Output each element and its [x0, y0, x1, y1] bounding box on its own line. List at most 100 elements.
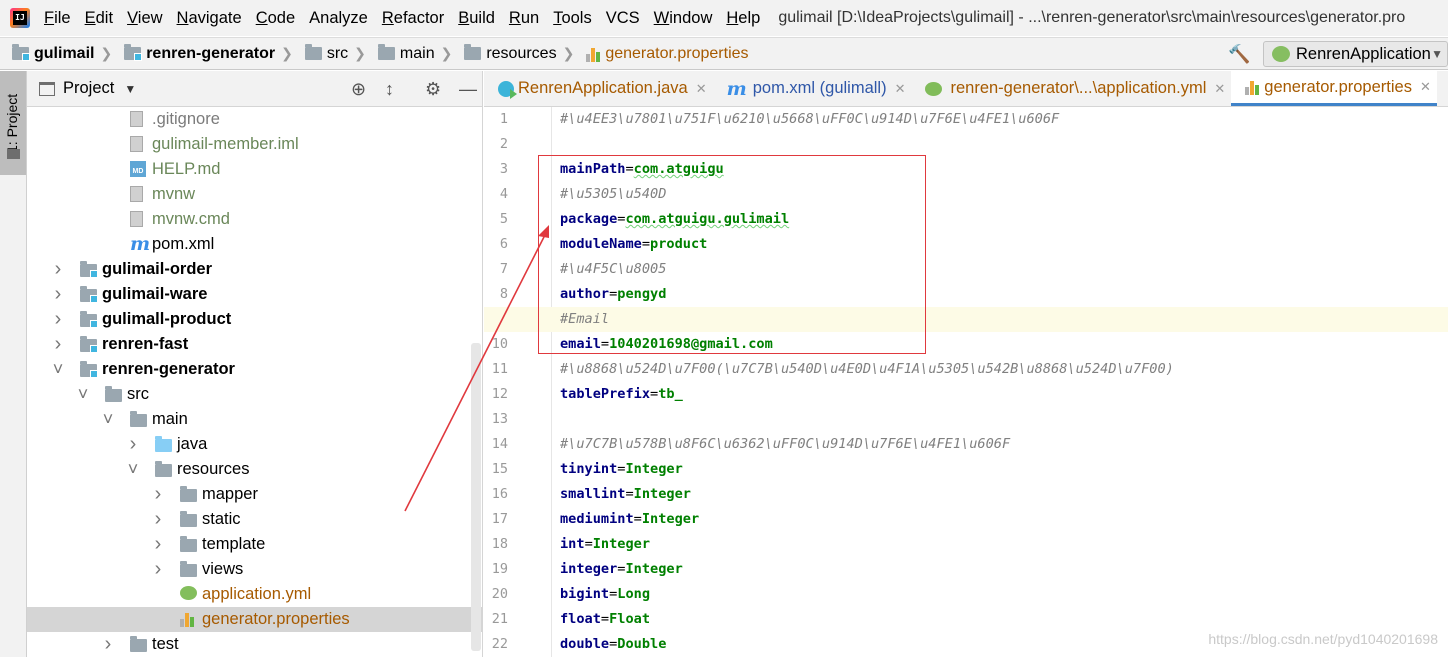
tree-item[interactable]: .gitignore	[27, 107, 482, 132]
tree-item[interactable]: generator.properties	[27, 607, 482, 632]
tree-item[interactable]: › gulimail-order	[27, 257, 482, 282]
source-folder-icon	[155, 436, 172, 452]
chevron-right-icon[interactable]: ›	[52, 283, 64, 306]
editor-tab-label: renren-generator\...\application.yml	[950, 79, 1207, 97]
spring-class-icon	[498, 80, 517, 99]
chevron-down-icon[interactable]: ˅	[127, 459, 139, 480]
breadcrumb-item[interactable]: generator.properties	[586, 45, 749, 63]
chevron-right-icon[interactable]: ›	[152, 558, 164, 581]
editor-tab[interactable]: RenrenApplication.java ✕	[484, 71, 713, 106]
tree-item-label: gulimail-order	[102, 260, 213, 278]
editor-tab[interactable]: m pom.xml (gulimall) ✕	[713, 71, 912, 106]
project-view-selector[interactable]: Project	[63, 79, 114, 98]
breadcrumb-label: gulimail	[34, 44, 95, 62]
tree-item[interactable]: MD HELP.md	[27, 157, 482, 182]
property-key: float	[560, 611, 601, 627]
tree-item-label: src	[127, 385, 149, 403]
chevron-down-icon[interactable]: ˅	[77, 384, 89, 405]
tree-item[interactable]: application.yml	[27, 582, 482, 607]
chevron-right-icon[interactable]: ›	[52, 258, 64, 281]
editor-tab[interactable]: renren-generator\...\application.yml ✕	[911, 71, 1231, 106]
window-icon	[39, 81, 55, 96]
menu-vcs[interactable]: VCS	[606, 9, 640, 28]
comment-text: #\u7C7B\u578B\u8F6C\u6362\uFF0C\u914D\u7…	[560, 436, 1011, 452]
tree-item-label: gulimail-ware	[102, 285, 208, 303]
collapse-all-icon[interactable]: ↕	[385, 79, 394, 100]
menu-tools[interactable]: Tools	[553, 9, 592, 28]
menu-refactor[interactable]: Refactor	[382, 9, 444, 28]
tree-item-label: gulimall-product	[102, 310, 232, 328]
chevron-right-icon[interactable]: ›	[152, 508, 164, 531]
build-hammer-icon[interactable]: 🔨	[1228, 44, 1250, 65]
tree-item[interactable]: m pom.xml	[27, 232, 482, 257]
breadcrumb-item[interactable]: renren-generator ❯	[124, 44, 293, 63]
tree-item[interactable]: mvnw	[27, 182, 482, 207]
menu-view[interactable]: View	[127, 9, 162, 28]
chevron-right-icon[interactable]: ›	[127, 433, 139, 456]
project-tool-window-tab[interactable]: 1: Project	[0, 71, 26, 175]
folder-icon	[180, 536, 197, 552]
gear-icon[interactable]: ⚙	[425, 79, 441, 100]
menu-build[interactable]: Build	[458, 9, 495, 28]
tree-item[interactable]: mvnw.cmd	[27, 207, 482, 232]
tree-item[interactable]: › static	[27, 507, 482, 532]
tree-item[interactable]: ˅ src	[27, 382, 482, 407]
menu-run[interactable]: Run	[509, 9, 539, 28]
chevron-right-icon[interactable]: ›	[152, 483, 164, 506]
breadcrumb-item[interactable]: main ❯	[377, 44, 452, 63]
breadcrumb-item[interactable]: src ❯	[304, 44, 366, 63]
tree-item[interactable]: › java	[27, 432, 482, 457]
close-icon[interactable]: ✕	[696, 81, 707, 97]
line-number: 20	[491, 586, 508, 602]
menu-label: ile	[54, 8, 71, 27]
run-configuration-select[interactable]: RenrenApplication ▼	[1263, 41, 1448, 67]
menu-window[interactable]: Window	[654, 9, 713, 28]
menu-file[interactable]: File	[44, 9, 71, 28]
tree-item[interactable]: › views	[27, 557, 482, 582]
tree-item[interactable]: gulimail-member.iml	[27, 132, 482, 157]
menu-analyze[interactable]: Analyze	[309, 9, 368, 28]
menu-code[interactable]: Code	[256, 9, 295, 28]
breadcrumb-label: resources	[486, 44, 557, 62]
code-line: float=Float	[560, 607, 650, 632]
tree-item-label: main	[152, 410, 188, 428]
menu-mnemonic: V	[127, 8, 138, 27]
tree-item[interactable]: › renren-fast	[27, 332, 482, 357]
chevron-right-icon[interactable]: ›	[52, 333, 64, 356]
project-tree-scrollbar[interactable]	[471, 343, 481, 651]
breadcrumb-item[interactable]: resources ❯	[464, 44, 574, 63]
chevron-down-icon[interactable]: ˅	[52, 359, 64, 380]
close-icon[interactable]: ✕	[895, 81, 906, 97]
tree-item[interactable]: ˅ renren-generator	[27, 357, 482, 382]
tree-item[interactable]: › test	[27, 632, 482, 657]
locate-file-icon[interactable]: ⊕	[351, 79, 366, 100]
comment-text: #Email	[560, 311, 610, 327]
tree-item[interactable]: ˅ main	[27, 407, 482, 432]
tree-item[interactable]: ˅ resources	[27, 457, 482, 482]
code-editor[interactable]: 12345678910111213141516171819202122 #\u4…	[484, 107, 1448, 657]
hide-panel-icon[interactable]: —	[459, 79, 477, 100]
tree-item[interactable]: › gulimail-ware	[27, 282, 482, 307]
close-icon[interactable]: ✕	[1420, 79, 1431, 95]
property-key: bigint	[560, 586, 610, 602]
menu-help[interactable]: Help	[726, 9, 760, 28]
breadcrumb-item[interactable]: gulimail ❯	[12, 44, 112, 63]
menu-edit[interactable]: Edit	[85, 9, 113, 28]
chevron-right-icon[interactable]: ›	[152, 533, 164, 556]
project-panel-header: Project ▼ ⊕ ↕ ⚙ —	[27, 71, 482, 107]
editor-tab[interactable]: generator.properties ✕	[1231, 71, 1437, 106]
chevron-down-icon[interactable]: ▼	[124, 82, 136, 96]
menu-mnemonic: R	[381, 8, 394, 27]
chevron-down-icon[interactable]: ˅	[102, 409, 114, 430]
tree-item[interactable]: › gulimall-product	[27, 307, 482, 332]
chevron-right-icon[interactable]: ›	[102, 633, 114, 656]
tree-item[interactable]: › template	[27, 532, 482, 557]
run-configuration-label: RenrenApplication	[1296, 44, 1431, 63]
tree-item[interactable]: › mapper	[27, 482, 482, 507]
menu-label: un	[520, 8, 540, 27]
close-icon[interactable]: ✕	[1214, 81, 1225, 97]
module-folder-icon	[124, 44, 143, 61]
menu-navigate[interactable]: Navigate	[177, 9, 242, 28]
chevron-right-icon[interactable]: ›	[52, 308, 64, 331]
code-line: tablePrefix=tb_	[560, 382, 683, 407]
